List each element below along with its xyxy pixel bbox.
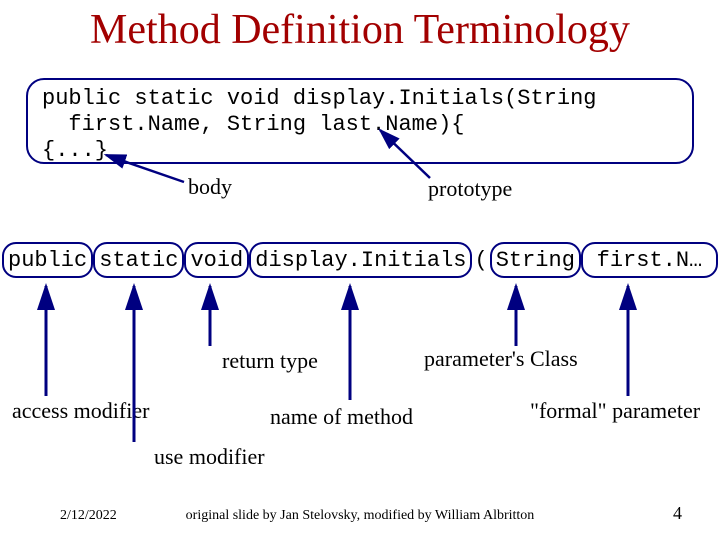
return-type-label: return type: [222, 348, 318, 374]
code-box: public static void display.Initials(Stri…: [26, 78, 694, 164]
signature-row: public static void display.Initials ( St…: [2, 242, 718, 278]
sig-public-box: public: [2, 242, 93, 278]
slide-title: Method Definition Terminology: [0, 6, 720, 54]
footer-page-number: 4: [673, 503, 682, 524]
sig-method-box: display.Initials: [249, 242, 472, 278]
formal-parameter-label: "formal" parameter: [530, 398, 700, 424]
sig-param-box: first.N…: [581, 242, 718, 278]
sig-type-box: String: [490, 242, 581, 278]
sig-static-box: static: [93, 242, 184, 278]
param-class-label: parameter's Class: [424, 346, 578, 372]
sig-lparen: (: [472, 242, 489, 278]
prototype-label: prototype: [428, 176, 512, 202]
footer-credit: original slide by Jan Stelovsky, modifie…: [0, 508, 720, 524]
code-line-2: first.Name, String last.Name){: [42, 112, 464, 137]
body-label: body: [188, 174, 232, 200]
access-modifier-label: access modifier: [12, 398, 149, 424]
code-line-1: public static void display.Initials(Stri…: [42, 86, 597, 111]
sig-void-box: void: [184, 242, 249, 278]
code-line-3: {...}: [42, 138, 108, 163]
name-of-method-label: name of method: [270, 404, 413, 430]
slide: Method Definition Terminology public sta…: [0, 0, 720, 540]
use-modifier-label: use modifier: [154, 444, 265, 470]
